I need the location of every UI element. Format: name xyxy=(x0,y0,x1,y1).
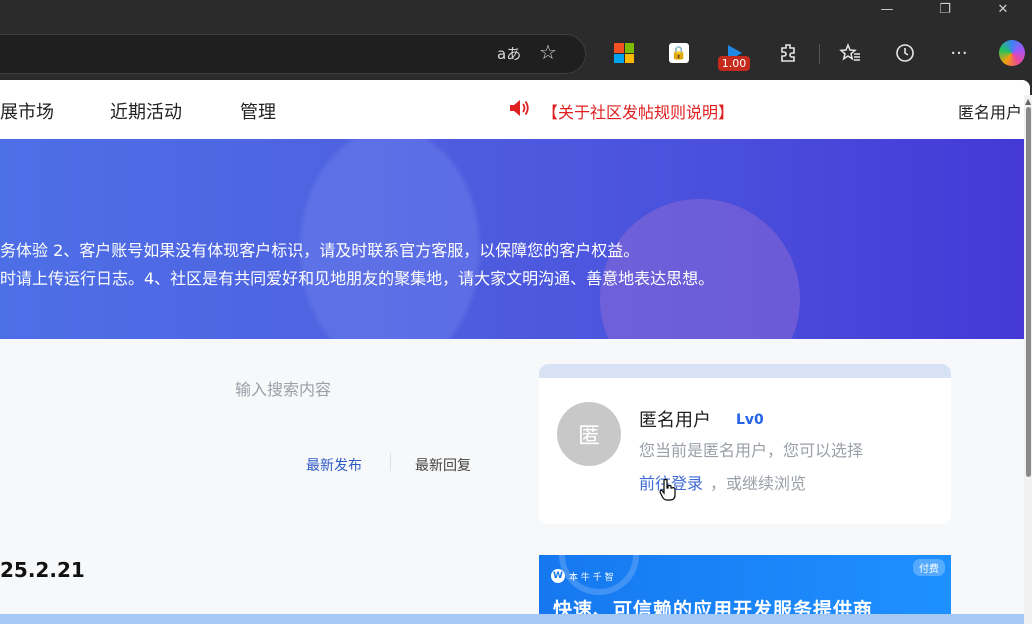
user-name: 匿名用户 xyxy=(639,410,711,431)
lock-extension-icon[interactable]: 🔒 xyxy=(666,40,692,66)
scrollbar-thumb[interactable] xyxy=(1026,107,1031,477)
minimize-button[interactable]: — xyxy=(858,0,916,18)
restore-button[interactable]: ❐ xyxy=(916,0,974,18)
brand-name: 本 牛 千 智 xyxy=(569,572,614,583)
microsoft-extension-icon[interactable] xyxy=(611,40,637,66)
close-button[interactable]: ✕ xyxy=(974,0,1032,18)
history-icon[interactable] xyxy=(892,40,918,66)
extensions-icon[interactable] xyxy=(776,40,802,66)
window-controls: — ❐ ✕ xyxy=(858,0,1032,18)
nav-item-events[interactable]: 近期活动 xyxy=(110,98,182,124)
search-input[interactable]: 输入搜索内容 xyxy=(235,376,331,400)
announcement-banner: 务体验 2、客户账号如果没有体现客户标识，请及时联系官方客服，以保障您的客户权益… xyxy=(0,139,1030,339)
hand-pointer-icon xyxy=(659,478,676,501)
user-level-badge: Lv0 xyxy=(736,412,764,428)
banner-text-line: 务体验 2、客户账号如果没有体现客户标识，请及时联系官方客服，以保障您的客户权益… xyxy=(0,241,640,260)
scroll-up-arrow-icon[interactable]: ▲ xyxy=(1025,97,1031,106)
brand-logo-icon: W xyxy=(551,569,565,583)
add-favorite-icon[interactable]: ☆ xyxy=(539,40,557,64)
nav-item-market[interactable]: 展市场 xyxy=(0,98,54,124)
rules-notice-link[interactable]: 【关于社区发帖规则说明】 xyxy=(542,99,734,123)
nav-user-menu[interactable]: 匿名用户 xyxy=(958,99,1022,123)
speaker-icon xyxy=(510,100,529,116)
extension-badge: 1.00 xyxy=(718,56,750,71)
read-aloud-icon[interactable]: aあ xyxy=(497,43,521,64)
post-date: 25.2.21 xyxy=(0,558,85,582)
favorites-icon[interactable] xyxy=(837,40,863,66)
avatar: 匿 xyxy=(557,402,621,466)
user-info-card: 匿 匿名用户 Lv0 您当前是匿名用户，您可以选择 前往登录 ，或继续浏览 xyxy=(539,364,951,524)
tab-divider xyxy=(390,453,391,471)
banner-text-line: 时请上传运行日志。4、社区是有共同爱好和见地朋友的聚集地，请大家文明沟通、善意地… xyxy=(0,269,715,288)
more-options-icon[interactable]: ··· xyxy=(946,40,972,66)
continue-browsing-text: ，或继续浏览 xyxy=(710,474,807,493)
site-navbar: 展市场 近期活动 管理 【关于社区发帖规则说明】 匿名用户 xyxy=(0,80,1030,139)
content-bottom-strip xyxy=(0,614,1030,624)
address-bar[interactable]: aあ ☆ xyxy=(0,34,586,74)
tab-latest-reply[interactable]: 最新回复 xyxy=(415,455,471,475)
promo-logo: W 本 牛 千 智 xyxy=(551,569,614,583)
web-page: 展市场 近期活动 管理 【关于社区发帖规则说明】 匿名用户 务体验 2、客户账号… xyxy=(0,80,1030,624)
copilot-icon[interactable] xyxy=(999,40,1025,66)
anonymous-hint: 您当前是匿名用户，您可以选择 xyxy=(639,441,864,460)
tab-latest-post[interactable]: 最新发布 xyxy=(306,455,362,475)
nav-item-manage[interactable]: 管理 xyxy=(240,98,276,124)
toolbar-divider xyxy=(819,44,820,64)
paid-tag: 付费 xyxy=(913,559,945,576)
browser-toolbar: — ❐ ✕ aあ ☆ 🔒 1.00 ··· xyxy=(0,0,1032,80)
card-header-strip xyxy=(539,364,951,378)
